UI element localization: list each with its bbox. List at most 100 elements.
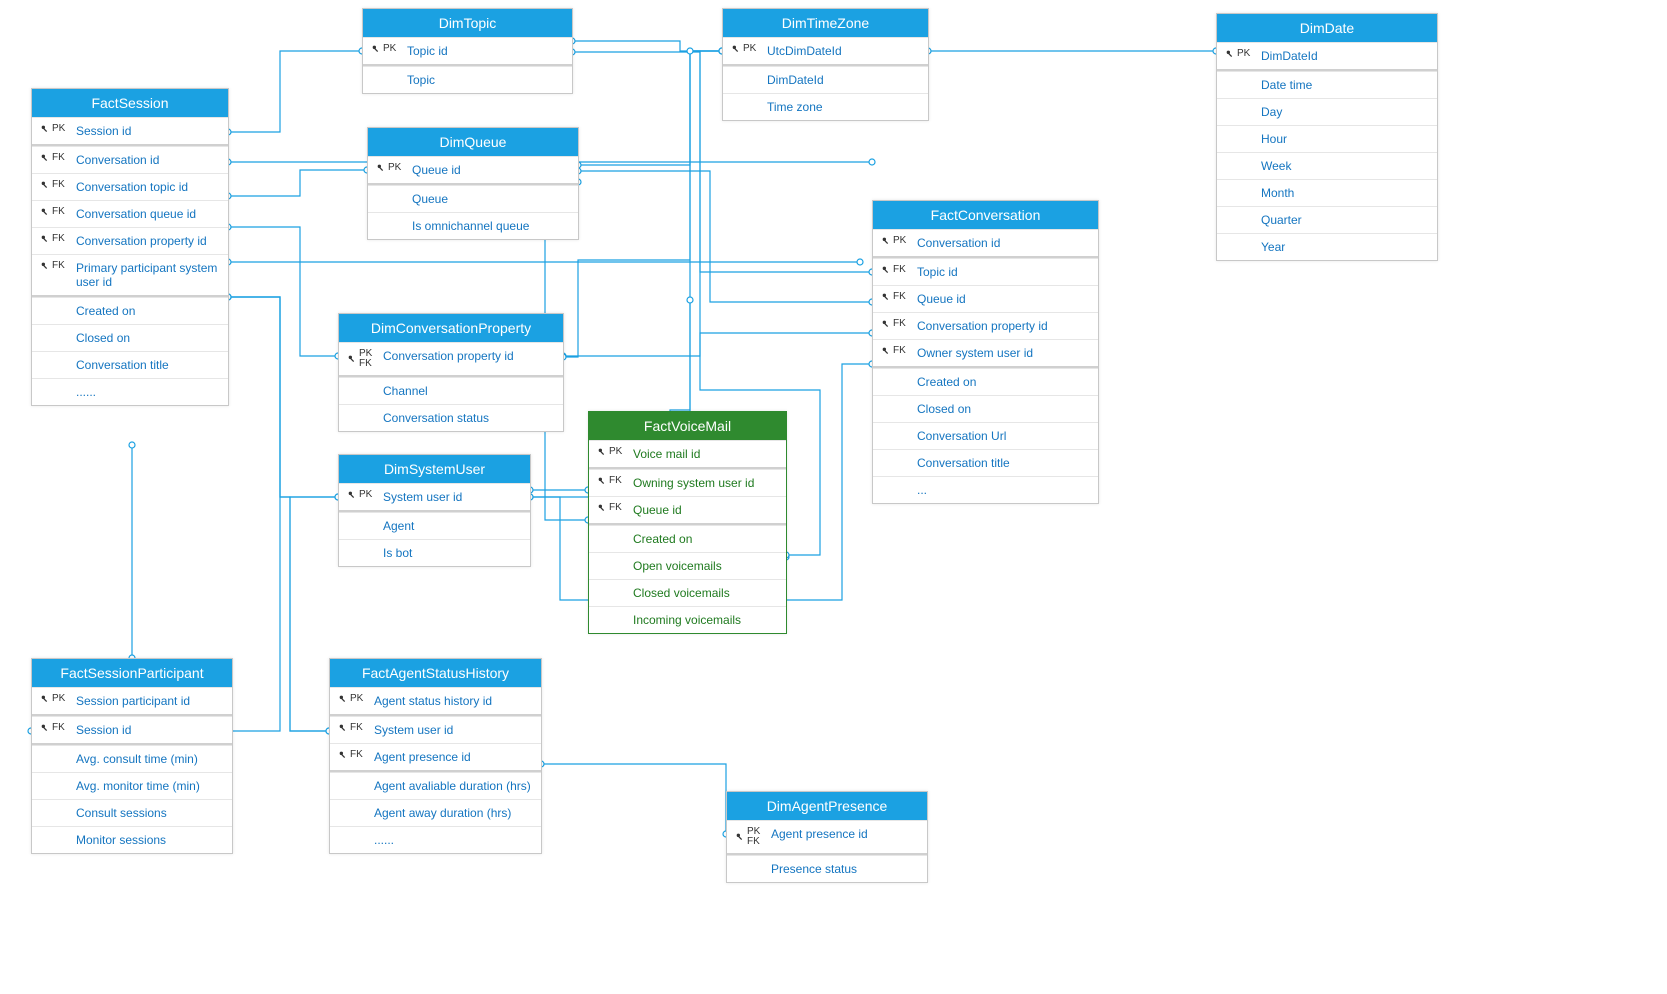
field-row: Time zone	[723, 93, 928, 120]
field-row: Created on	[589, 525, 786, 552]
entity-dimconversationproperty[interactable]: DimConversationPropertyPKFKConversation …	[338, 313, 564, 432]
field-name: System user id	[383, 490, 522, 504]
field-row: Created on	[873, 368, 1098, 395]
field-row: FKAgent presence id	[330, 743, 541, 770]
field-row: Monitor sessions	[32, 826, 232, 853]
field-name: Topic	[407, 73, 564, 87]
entity-factvoicemail[interactable]: FactVoiceMail PKVoice mail id FKOwning sys…	[588, 411, 787, 634]
key-icon	[376, 163, 386, 173]
field-row: Open voicemails	[589, 552, 786, 579]
field-row: Is omnichannel queue	[368, 212, 578, 239]
field-name: Presence status	[771, 862, 919, 876]
field-row: ...	[873, 476, 1098, 503]
field-row: Day	[1217, 98, 1437, 125]
field-row: ......	[32, 378, 228, 405]
field-row: Hour	[1217, 125, 1437, 152]
field-row: FKOwning system user id	[589, 469, 786, 496]
entity-dimtopic[interactable]: DimTopicPKTopic idTopic	[362, 8, 573, 94]
field-name: Conversation property id	[917, 319, 1090, 333]
entity-factsession[interactable]: FactSessionPKSession idFKConversation id…	[31, 88, 229, 406]
key-icon	[40, 234, 50, 244]
field-row: Quarter	[1217, 206, 1437, 233]
entity-dimtimezone[interactable]: DimTimeZonePKUtcDimDateIdDimDateIdTime z…	[722, 8, 929, 121]
field-name: Conversation id	[76, 153, 220, 167]
key-icon	[881, 346, 891, 356]
field-row: Closed on	[32, 324, 228, 351]
entity-factagentstatushistory[interactable]: FactAgentStatusHistoryPKAgent status his…	[329, 658, 542, 854]
entity-title: FactConversation	[873, 201, 1098, 229]
field-row: Conversation title	[32, 351, 228, 378]
field-name: Year	[1261, 240, 1429, 254]
field-row: PKDimDateId	[1217, 42, 1437, 69]
entity-dimsystemuser[interactable]: DimSystemUserPKSystem user idAgentIs bot	[338, 454, 531, 567]
entity-title: DimAgentPresence	[727, 792, 927, 820]
field-name: Quarter	[1261, 213, 1429, 227]
field-name: Conversation property id	[76, 234, 220, 248]
field-row: FKSession id	[32, 716, 232, 743]
field-name: UtcDimDateId	[767, 44, 920, 58]
field-name: Session participant id	[76, 694, 224, 708]
field-name: Time zone	[767, 100, 920, 114]
key-indicator: FK	[881, 319, 917, 329]
key-indicator: FK	[40, 180, 76, 190]
key-icon	[597, 476, 607, 486]
field-name: Created on	[633, 532, 778, 546]
key-indicator: PK	[338, 694, 374, 704]
key-icon	[40, 124, 50, 134]
key-icon	[40, 723, 50, 733]
field-name: ......	[374, 833, 533, 847]
key-indicator: PK	[347, 490, 383, 500]
entity-factconversation[interactable]: FactConversationPKConversation idFKTopic…	[872, 200, 1099, 504]
field-name: Queue	[412, 192, 570, 206]
field-row: Agent away duration (hrs)	[330, 799, 541, 826]
field-name: Agent presence id	[374, 750, 533, 764]
field-row: PKSession participant id	[32, 687, 232, 714]
field-name: Voice mail id	[633, 447, 778, 461]
key-indicator: FK	[597, 503, 633, 513]
field-row: Channel	[339, 377, 563, 404]
field-name: Conversation queue id	[76, 207, 220, 221]
entity-dimdate[interactable]: DimDatePKDimDateIdDate timeDayHourWeekMo…	[1216, 13, 1438, 261]
key-icon	[40, 207, 50, 217]
key-indicator: PKFK	[735, 827, 771, 847]
key-indicator: FK	[881, 346, 917, 356]
field-name: Day	[1261, 105, 1429, 119]
key-indicator: PK	[731, 44, 767, 54]
field-name: Consult sessions	[76, 806, 224, 820]
field-row: PKQueue id	[368, 156, 578, 183]
field-name: ...	[917, 483, 1090, 497]
key-icon	[371, 44, 381, 54]
field-row: Year	[1217, 233, 1437, 260]
key-icon	[40, 261, 50, 271]
key-indicator: PK	[371, 44, 407, 54]
entity-title: DimConversationProperty	[339, 314, 563, 342]
field-name: Created on	[76, 304, 220, 318]
field-row: FKTopic id	[873, 258, 1098, 285]
field-name: Conversation status	[383, 411, 555, 425]
field-name: Conversation property id	[383, 349, 555, 363]
field-row: Avg. consult time (min)	[32, 745, 232, 772]
field-name: Session id	[76, 723, 224, 737]
entity-title: DimQueue	[368, 128, 578, 156]
field-row: Topic	[363, 66, 572, 93]
entity-dimagentpresence[interactable]: DimAgentPresencePKFKAgent presence idPre…	[726, 791, 928, 883]
field-name: Closed on	[76, 331, 220, 345]
field-name: Open voicemails	[633, 559, 778, 573]
field-name: Conversation title	[917, 456, 1090, 470]
key-icon	[735, 832, 745, 842]
field-row: FKConversation property id	[32, 227, 228, 254]
field-row: Conversation status	[339, 404, 563, 431]
key-indicator: PK	[376, 163, 412, 173]
key-indicator: FK	[881, 292, 917, 302]
key-indicator: FK	[597, 476, 633, 486]
entity-title: FactVoiceMail	[589, 412, 786, 440]
field-row: ......	[330, 826, 541, 853]
entity-title: FactSessionParticipant	[32, 659, 232, 687]
entity-dimqueue[interactable]: DimQueuePKQueue id Queue Is omnichannel qu…	[367, 127, 579, 240]
key-indicator: PK	[597, 447, 633, 457]
field-row: Month	[1217, 179, 1437, 206]
entity-title: DimTimeZone	[723, 9, 928, 37]
field-name: Conversation id	[917, 236, 1090, 250]
field-row: FKConversation topic id	[32, 173, 228, 200]
entity-factsessionparticipant[interactable]: FactSessionParticipantPKSession particip…	[31, 658, 233, 854]
